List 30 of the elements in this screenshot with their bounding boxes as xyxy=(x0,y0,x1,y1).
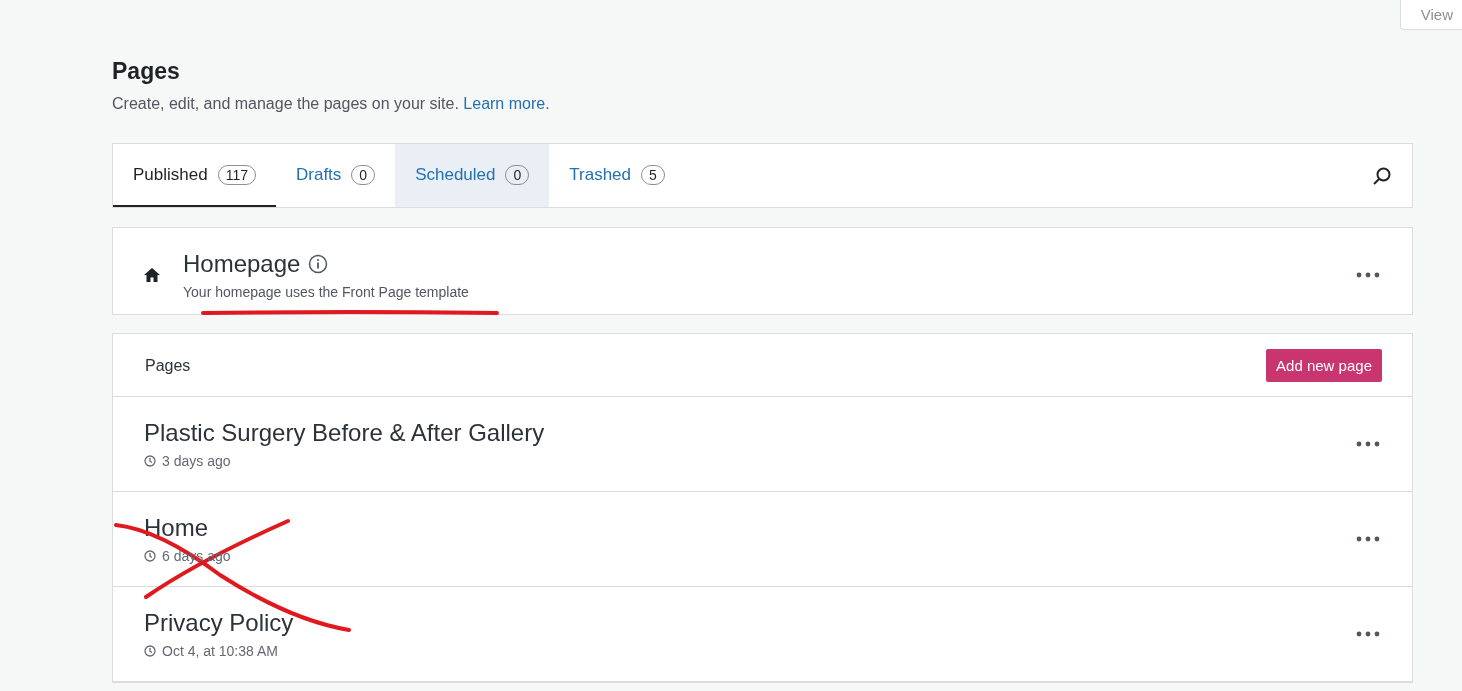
add-new-page-button[interactable]: Add new page xyxy=(1266,349,1382,382)
more-options-icon[interactable] xyxy=(1356,441,1380,447)
clock-icon xyxy=(144,550,156,562)
tab[interactable]: Drafts 0 xyxy=(276,144,396,207)
tab-label: Drafts xyxy=(296,164,342,185)
tab[interactable]: Scheduled 0 xyxy=(395,144,550,207)
tab[interactable]: Published 117 xyxy=(113,144,276,207)
tab-label: Published xyxy=(133,164,208,185)
list-heading: Pages xyxy=(145,356,191,375)
page-title-link[interactable]: Plastic Surgery Before & After Gallery xyxy=(144,419,1356,447)
tab-label: Scheduled xyxy=(415,164,496,185)
page-title-link[interactable]: Home xyxy=(144,514,1356,542)
page-date: 3 days ago xyxy=(162,453,231,469)
more-options-icon[interactable] xyxy=(1356,272,1380,278)
info-icon[interactable] xyxy=(308,254,329,274)
tab-label: Trashed xyxy=(569,164,631,185)
learn-more-link[interactable]: Learn more xyxy=(463,95,546,112)
more-options-icon[interactable] xyxy=(1356,536,1380,542)
page-title: Pages xyxy=(112,58,181,85)
page-title-link[interactable]: Privacy Policy xyxy=(144,609,1356,637)
clock-icon xyxy=(144,645,156,657)
homepage-description: Your homepage uses the Front Page template xyxy=(183,284,470,300)
house-icon xyxy=(143,267,161,283)
clock-icon xyxy=(144,455,156,467)
tab[interactable]: Trashed 5 xyxy=(549,144,685,207)
more-options-icon[interactable] xyxy=(1356,631,1380,637)
homepage-title: Homepage xyxy=(183,250,301,278)
page-description: Create, edit, and manage the pages on your site. Learn more. xyxy=(112,95,551,113)
search-icon[interactable] xyxy=(1372,165,1392,186)
page-date: Oct 4, at 10:38 AM xyxy=(162,643,278,659)
